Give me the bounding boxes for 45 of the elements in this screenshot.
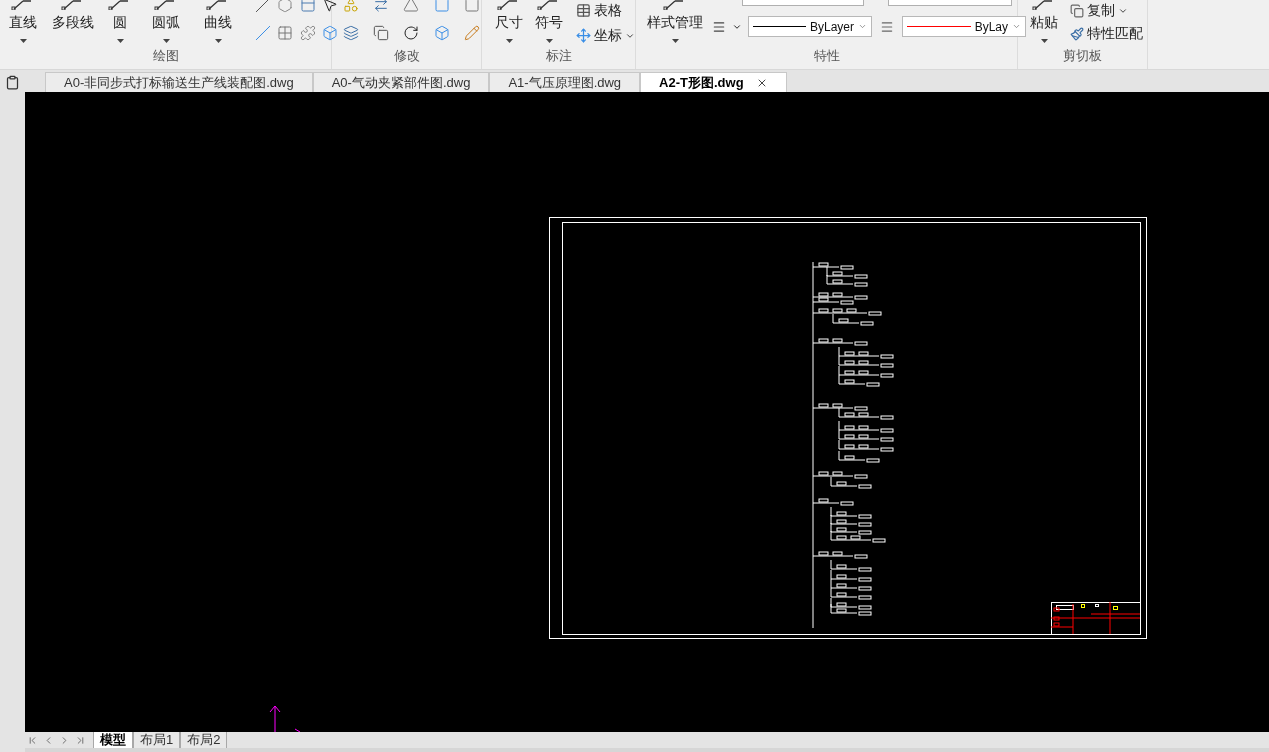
ribbon-button[interactable]: 圆	[104, 0, 136, 43]
edit-icon[interactable]	[462, 24, 481, 42]
ribbon-button[interactable]: 表格	[576, 0, 635, 21]
caret-icon	[1012, 22, 1021, 31]
panel-title: 绘图	[151, 46, 180, 65]
ribbon-button[interactable]: 粘贴	[1026, 0, 1062, 43]
layout-tab[interactable]: 布局2	[180, 732, 228, 748]
copy-icon	[1070, 3, 1084, 18]
color-dropdown[interactable]	[888, 0, 1012, 6]
document-tab[interactable]: A2-T形图.dwg	[640, 72, 787, 92]
lineweight-icon	[880, 19, 894, 34]
caret-icon	[858, 22, 867, 31]
rotate-icon[interactable]	[402, 24, 421, 42]
panel-title: 标注	[544, 46, 573, 65]
last-icon	[75, 734, 86, 746]
first-icon	[27, 734, 38, 746]
ribbon-button[interactable]: 多段线	[42, 0, 104, 43]
layer-dropdown[interactable]	[742, 0, 864, 6]
coordinate-icon	[576, 28, 591, 43]
ribbon-button[interactable]: 样式管理	[644, 0, 706, 43]
document-tab[interactable]: A1-气压原理图.dwg	[489, 72, 641, 92]
document-tab[interactable]: A0-非同步式打标输送生产线装配图.dwg	[45, 72, 313, 92]
panel-title: 剪切板	[1062, 46, 1103, 65]
brush-icon	[1070, 26, 1084, 41]
layout-tab[interactable]: 布局1	[133, 732, 181, 748]
hatch-icon[interactable]	[276, 24, 295, 42]
ribbon-button[interactable]: 尺寸	[492, 0, 526, 43]
ribbon-button[interactable]: 特性匹配	[1070, 23, 1143, 44]
ribbon-button[interactable]: 坐标	[576, 25, 635, 46]
ribbon-button[interactable]: 直线	[4, 0, 42, 43]
linetype-icon	[712, 19, 726, 34]
table-icon	[576, 3, 591, 18]
ribbon-button[interactable]: 复制	[1070, 0, 1143, 21]
layout-tab[interactable]: 模型	[93, 732, 133, 748]
panel-title: 修改	[392, 46, 421, 65]
document-tab[interactable]: A0-气动夹紧部件图.dwg	[312, 72, 490, 92]
line-icon[interactable]	[254, 24, 272, 42]
ribbon-button[interactable]: 符号	[532, 0, 566, 43]
property-dropdown[interactable]: ByLayer	[748, 16, 872, 37]
ucs-axis-icon	[269, 705, 301, 732]
panel-title: 特性	[812, 46, 841, 65]
ribbon-button[interactable]: 圆弧	[136, 0, 196, 43]
puzzle-icon[interactable]	[298, 24, 317, 42]
property-dropdown[interactable]: ByLay	[902, 16, 1026, 37]
ribbon-button[interactable]: 曲线	[196, 0, 240, 43]
